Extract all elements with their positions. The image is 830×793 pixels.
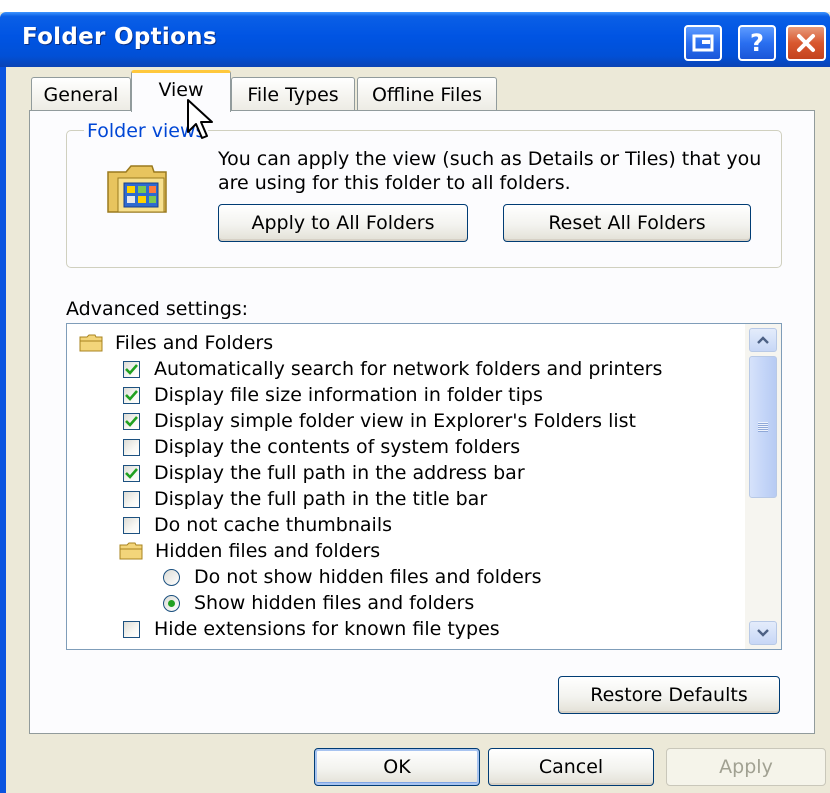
list-item-label: Hide extensions for known file types	[154, 618, 500, 640]
advanced-settings-label: Advanced settings:	[66, 298, 249, 320]
apply-to-all-folders-button[interactable]: Apply to All Folders	[218, 204, 468, 242]
radio-selected[interactable]	[163, 594, 180, 612]
list-item-label: Display the contents of system folders	[154, 436, 521, 458]
list-item-label: Automatically search for network folders…	[154, 358, 663, 380]
ok-label: OK	[383, 756, 411, 778]
checkbox-unchecked[interactable]	[123, 516, 140, 534]
list-scrollbar[interactable]	[745, 324, 781, 649]
help-icon: ?	[750, 29, 764, 57]
chevron-down-icon	[757, 629, 769, 637]
list-item-label: Files and Folders	[115, 332, 274, 354]
window-switch-button[interactable]	[684, 25, 722, 61]
check-icon	[125, 363, 138, 375]
list-item-show-hidden[interactable]: Show hidden files and folders	[163, 590, 474, 616]
checkbox-checked[interactable]	[123, 360, 140, 378]
check-icon	[125, 415, 138, 427]
close-icon	[797, 34, 815, 52]
checkbox-checked[interactable]	[123, 412, 140, 430]
tab-general[interactable]: General	[31, 77, 131, 111]
apply-to-all-folders-label: Apply to All Folders	[251, 212, 435, 234]
list-item-full-path-address-bar[interactable]: Display the full path in the address bar	[123, 460, 525, 486]
restore-defaults-button[interactable]: Restore Defaults	[558, 676, 780, 714]
list-item-label: Display the full path in the title bar	[154, 488, 488, 510]
checkbox-unchecked[interactable]	[123, 620, 140, 638]
folder-views-icon	[107, 165, 167, 213]
apply-button[interactable]: Apply	[666, 748, 826, 786]
list-item-label: Show hidden files and folders	[194, 592, 475, 614]
folder-views-description: You can apply the view (such as Details …	[218, 148, 762, 194]
list-item-do-not-show-hidden[interactable]: Do not show hidden files and folders	[163, 564, 542, 590]
radio-unselected[interactable]	[163, 568, 180, 586]
tab-file-types-label: File Types	[247, 83, 339, 106]
list-item-hidden-files-folders[interactable]: Hidden files and folders	[119, 538, 380, 564]
list-item-label: Display file size information in folder …	[154, 384, 543, 406]
list-item-label: Display the full path in the address bar	[154, 462, 525, 484]
checkbox-unchecked[interactable]	[123, 438, 140, 456]
checkbox-checked[interactable]	[123, 464, 140, 482]
tab-view[interactable]: View	[131, 70, 231, 112]
cancel-label: Cancel	[538, 756, 604, 778]
list-item-label: Do not show hidden files and folders	[194, 566, 542, 588]
tab-file-types[interactable]: File Types	[231, 77, 355, 111]
window-switch-icon	[692, 34, 714, 52]
tab-offline-files[interactable]: Offline Files	[357, 77, 497, 111]
help-button[interactable]: ?	[738, 25, 776, 61]
close-button[interactable]	[786, 25, 826, 61]
advanced-settings-list[interactable]: Files and Folders Automatically search f…	[66, 323, 782, 650]
checkbox-unchecked[interactable]	[123, 490, 140, 508]
folder-icon	[119, 542, 143, 560]
check-icon	[125, 389, 138, 401]
scroll-up-button[interactable]	[749, 328, 777, 352]
list-item-system-folders[interactable]: Display the contents of system folders	[123, 434, 520, 460]
chevron-up-icon	[757, 336, 769, 344]
window-left-border	[0, 67, 6, 793]
folder-icon	[79, 334, 103, 352]
window-title: Folder Options	[22, 24, 217, 50]
reset-all-folders-label: Reset All Folders	[548, 212, 706, 234]
scroll-down-button[interactable]	[749, 621, 777, 645]
check-icon	[125, 467, 138, 479]
reset-all-folders-button[interactable]: Reset All Folders	[503, 204, 751, 242]
mouse-cursor-icon	[187, 99, 213, 139]
list-item-full-path-title-bar[interactable]: Display the full path in the title bar	[123, 486, 487, 512]
tab-general-label: General	[43, 83, 119, 106]
list-item-simple-folder-view[interactable]: Display simple folder view in Explorer's…	[123, 408, 636, 434]
list-item-auto-search-network[interactable]: Automatically search for network folders…	[123, 356, 662, 382]
list-item-hide-extensions[interactable]: Hide extensions for known file types	[123, 616, 500, 642]
top-strip	[0, 0, 830, 12]
folder-options-window: Folder Options ? General View File Types…	[0, 0, 830, 793]
apply-label: Apply	[719, 756, 773, 778]
list-item-cache-thumbnails[interactable]: Do not cache thumbnails	[123, 512, 392, 538]
checkbox-checked[interactable]	[123, 386, 140, 404]
list-item-label: Hidden files and folders	[155, 540, 381, 562]
radio-dot	[168, 599, 175, 607]
list-item-label: Do not cache thumbnails	[154, 514, 393, 536]
list-item-files-and-folders[interactable]: Files and Folders	[79, 330, 273, 356]
scroll-grip-icon	[758, 422, 768, 432]
scroll-thumb[interactable]	[749, 356, 777, 498]
tab-offline-files-label: Offline Files	[371, 83, 483, 106]
cancel-button[interactable]: Cancel	[488, 748, 654, 786]
title-bar[interactable]: Folder Options ?	[0, 12, 830, 67]
restore-defaults-label: Restore Defaults	[590, 684, 748, 706]
list-item-label: Display simple folder view in Explorer's…	[154, 410, 637, 432]
list-item-file-size-tips[interactable]: Display file size information in folder …	[123, 382, 543, 408]
ok-button[interactable]: OK	[314, 748, 480, 786]
